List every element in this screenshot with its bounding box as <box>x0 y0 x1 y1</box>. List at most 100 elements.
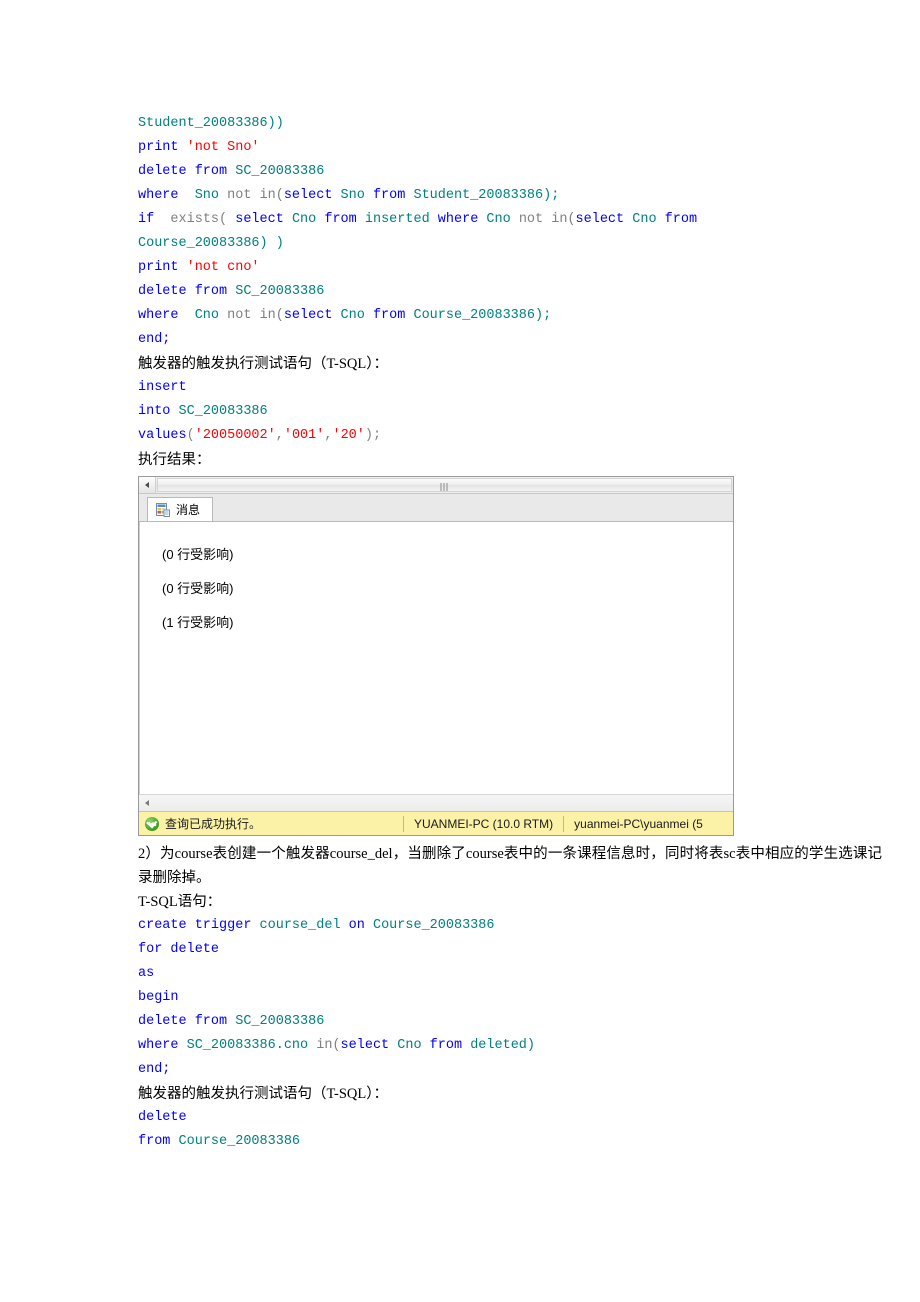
label-trigger-test-statement-2: 触发器的触发执行测试语句（T-SQL）： <box>138 1086 388 1102</box>
code-token: create trigger <box>138 918 260 933</box>
code-token: SC_20083386 <box>235 164 325 179</box>
code-token: select <box>235 212 292 227</box>
code-token: in( <box>316 1038 341 1053</box>
code-token: inserted <box>364 212 438 227</box>
code-token: select <box>340 1038 398 1053</box>
code-token: 'not cno' <box>186 260 260 275</box>
code-token: 'not Sno' <box>186 140 260 155</box>
scroll-left-arrow-icon-bottom[interactable] <box>141 797 154 809</box>
code-line: as <box>138 962 882 986</box>
code-token: from <box>372 188 414 203</box>
code-token: deleted) <box>470 1038 535 1053</box>
label-tsql-statement: T-SQL语句： <box>138 894 222 910</box>
tab-messages-label: 消息 <box>176 503 201 517</box>
code-token: Course_20083386) ) <box>138 236 284 251</box>
code-token: Student_20083386)) <box>138 116 284 131</box>
results-tab-bar: 消息 <box>139 494 733 522</box>
code-token: for delete <box>138 942 220 957</box>
code-token: if <box>138 212 163 227</box>
ssms-results-panel: 消息 (0 行受影响) (0 行受影响) (1 行受影响) 查询已成功执行。 Y… <box>138 476 734 836</box>
status-server-label: YUANMEI-PC (10.0 RTM) <box>414 816 554 831</box>
code-token: not in( <box>518 212 576 227</box>
code-token: Cno <box>632 212 665 227</box>
code-token: Cno <box>186 308 220 323</box>
messages-output-area[interactable]: (0 行受影响) (0 行受影响) (1 行受影响) <box>139 522 733 794</box>
status-query-result: 查询已成功执行。 <box>139 815 403 832</box>
code-token: into <box>138 404 179 419</box>
code-token: from <box>664 212 698 227</box>
status-user-label: yuanmei-PC\yuanmei (5 <box>574 816 703 831</box>
code-line: for delete <box>138 938 882 962</box>
code-line: delete from SC_20083386 <box>138 280 882 304</box>
code-token: select <box>283 188 341 203</box>
code-token: where <box>138 188 187 203</box>
code-token: select <box>283 308 341 323</box>
horizontal-scrollbar-bottom[interactable] <box>139 794 733 811</box>
code-line: from Course_20083386 <box>138 1130 882 1154</box>
code-token: delete from <box>138 1014 236 1029</box>
message-line: (1 行受影响) <box>162 615 234 630</box>
code-block-sql-4: delete from Course_20083386 <box>138 1106 882 1154</box>
code-token: end; <box>138 1062 171 1077</box>
code-token: not in( <box>219 188 284 203</box>
code-line: insert <box>138 376 882 400</box>
code-token: Sno <box>186 188 220 203</box>
code-line: if exists( select Cno from inserted wher… <box>138 208 882 232</box>
code-token: Cno <box>397 1038 430 1053</box>
code-token: exists( <box>162 212 236 227</box>
code-block-sql-3: create trigger course_del on Course_2008… <box>138 914 882 1082</box>
code-line: end; <box>138 1058 882 1082</box>
message-line: (0 行受影响) <box>162 581 234 596</box>
code-token: insert <box>138 380 187 395</box>
code-token: Cno <box>291 212 325 227</box>
code-token: ); <box>364 428 382 443</box>
code-token: course_del <box>259 918 349 933</box>
scroll-left-arrow-icon[interactable] <box>139 477 156 493</box>
label-execution-result: 执行结果： <box>138 452 211 468</box>
code-token: delete from <box>138 284 236 299</box>
code-token: select <box>575 212 633 227</box>
code-token: ( <box>186 428 195 443</box>
code-token: '20050002' <box>194 428 276 443</box>
status-query-result-label: 查询已成功执行。 <box>165 817 262 831</box>
code-line: delete <box>138 1106 882 1130</box>
code-line: print 'not cno' <box>138 256 882 280</box>
document-page: Student_20083386))print 'not Sno' delete … <box>0 0 920 1302</box>
code-token: begin <box>138 990 179 1005</box>
code-line: create trigger course_del on Course_2008… <box>138 914 882 938</box>
code-line: end; <box>138 328 882 352</box>
paragraph-course-del-description: 2）为course表创建一个触发器course_del，当删除了course表中… <box>138 846 882 886</box>
code-token: as <box>138 966 155 981</box>
code-token: from <box>429 1038 471 1053</box>
code-token: from <box>324 212 365 227</box>
ssms-status-bar: 查询已成功执行。 YUANMEI-PC (10.0 RTM) yuanmei-P… <box>139 811 733 835</box>
code-line: into SC_20083386 <box>138 400 882 424</box>
code-line: where Sno not in(select Sno from Student… <box>138 184 882 208</box>
tab-messages[interactable]: 消息 <box>147 497 214 521</box>
code-block-sql-1: Student_20083386))print 'not Sno' delete … <box>138 112 882 352</box>
document-content: Student_20083386))print 'not Sno' delete … <box>138 112 882 1154</box>
code-token: delete <box>138 1110 187 1125</box>
code-token: print <box>138 260 187 275</box>
code-token: Course_20083386 <box>372 918 495 933</box>
code-line: delete from SC_20083386 <box>138 1010 882 1034</box>
code-token: '20' <box>332 428 365 443</box>
code-token: Course_20083386 <box>178 1134 301 1149</box>
code-line: begin <box>138 986 882 1010</box>
scrollbar-thumb[interactable] <box>157 478 732 492</box>
code-line: print 'not Sno' <box>138 136 882 160</box>
horizontal-scrollbar-top[interactable] <box>139 477 733 494</box>
code-token: '001' <box>283 428 325 443</box>
code-token: Course_20083386); <box>413 308 552 323</box>
code-token: from <box>372 308 414 323</box>
scrollbar-grip-icon <box>440 483 449 491</box>
code-token: not in( <box>219 308 284 323</box>
code-line: Student_20083386)) <box>138 112 882 136</box>
messages-grid-icon <box>156 502 170 517</box>
code-token: print <box>138 140 187 155</box>
code-token: from <box>138 1134 179 1149</box>
code-token: SC_20083386.cno <box>186 1038 317 1053</box>
code-line: Course_20083386) ) <box>138 232 882 256</box>
code-token: Cno <box>340 308 373 323</box>
message-line: (0 行受影响) <box>162 547 234 562</box>
